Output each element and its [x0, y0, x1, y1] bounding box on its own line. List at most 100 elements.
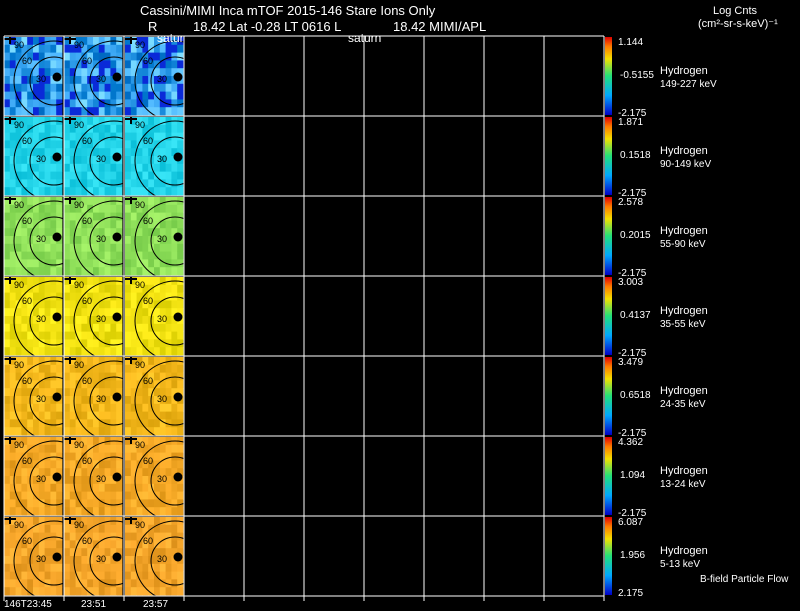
- contour-label: 30: [96, 554, 106, 564]
- colorbar-max: 4.362: [618, 437, 643, 448]
- contour-label: 30: [157, 394, 167, 404]
- colorbar-mid: 1.956: [620, 550, 645, 561]
- contour-label: 60: [143, 536, 153, 546]
- contour-label: 60: [82, 56, 92, 66]
- contour-label: 60: [143, 296, 153, 306]
- contour-label: 30: [157, 154, 167, 164]
- species-label: Hydrogen: [660, 385, 708, 397]
- species-label: Hydrogen: [660, 225, 708, 237]
- contour-label: 30: [96, 74, 106, 84]
- contour-label: 90: [74, 200, 84, 210]
- contour-label: 90: [135, 40, 145, 50]
- energy-label: 149-227 keV: [660, 79, 717, 90]
- colorbar: [605, 117, 612, 195]
- energy-label: 24-35 keV: [660, 399, 706, 410]
- energy-label: 55-90 keV: [660, 239, 706, 250]
- energy-label: 90-149 keV: [660, 159, 711, 170]
- contour-label: 60: [143, 136, 153, 146]
- colorbar: [605, 357, 612, 435]
- colorbar: [605, 437, 612, 515]
- contour-label: 60: [22, 216, 32, 226]
- contour-label: 90: [14, 520, 24, 530]
- contour-label: 90: [74, 280, 84, 290]
- bfield-label: B-field Particle Flow: [700, 574, 789, 585]
- colorbar-mid: -0.5155: [620, 70, 654, 81]
- saturn-label: saturn: [348, 31, 382, 45]
- contour-label: 60: [22, 136, 32, 146]
- contour-label: 60: [22, 296, 32, 306]
- colorbar-min: 2.175: [618, 588, 643, 599]
- contour-label: 60: [82, 376, 92, 386]
- contour-label: 30: [96, 234, 106, 244]
- contour-label: 30: [96, 394, 106, 404]
- contour-label: 30: [157, 314, 167, 324]
- contour-label: 30: [96, 314, 106, 324]
- contour-label: 60: [143, 216, 153, 226]
- species-label: Hydrogen: [660, 545, 708, 557]
- contour-label: 30: [157, 234, 167, 244]
- contour-label: 60: [82, 456, 92, 466]
- colorbar: [605, 37, 612, 115]
- contour-label: 30: [36, 314, 46, 324]
- colorbar: [605, 517, 612, 595]
- coords-label: 18.42 Lat -0.28 LT 0616 L: [193, 19, 342, 34]
- contour-label: 60: [82, 216, 92, 226]
- contour-label: 90: [14, 280, 24, 290]
- species-label: Hydrogen: [660, 305, 708, 317]
- colorbar-mid: 0.6518: [620, 390, 651, 401]
- contour-label: 90: [74, 40, 84, 50]
- contour-label: 60: [22, 376, 32, 386]
- colorbar-max: 1.144: [618, 37, 643, 48]
- l-label: 18.42 MIMI/APL: [393, 19, 487, 34]
- time-label-2: 23:57: [143, 599, 169, 610]
- contour-label: 30: [36, 74, 46, 84]
- colorbar-mid: 0.2015: [620, 230, 651, 241]
- contour-label: 30: [96, 474, 106, 484]
- contour-label: 60: [82, 536, 92, 546]
- energy-label: 13-24 keV: [660, 479, 706, 490]
- contour-label: 60: [143, 376, 153, 386]
- contour-label: 90: [135, 520, 145, 530]
- contour-label: 30: [36, 394, 46, 404]
- satur-label: satur: [157, 31, 184, 45]
- contour-label: 30: [36, 554, 46, 564]
- colorbar-max: 1.871: [618, 117, 643, 128]
- contour-label: 60: [143, 456, 153, 466]
- units-line1: Log Cnts: [713, 5, 758, 17]
- contour-label: 90: [135, 280, 145, 290]
- contour-label: 90: [135, 360, 145, 370]
- contour-label: 90: [14, 40, 24, 50]
- colorbar: [605, 197, 612, 275]
- contour-label: 30: [36, 474, 46, 484]
- contour-label: 60: [143, 56, 153, 66]
- contour-label: 90: [14, 120, 24, 130]
- contour-label: 60: [22, 456, 32, 466]
- colorbar-mid: 1.094: [620, 470, 645, 481]
- contour-label: 30: [36, 154, 46, 164]
- contour-label: 90: [135, 200, 145, 210]
- contour-label: 90: [74, 440, 84, 450]
- species-label: Hydrogen: [660, 65, 708, 77]
- contour-label: 90: [135, 120, 145, 130]
- contour-label: 90: [74, 120, 84, 130]
- contour-label: 30: [157, 474, 167, 484]
- species-label: Hydrogen: [660, 145, 708, 157]
- contour-label: 30: [157, 74, 167, 84]
- contour-label: 90: [14, 440, 24, 450]
- time-label-0: 146T23:45: [4, 599, 52, 610]
- contour-label: 30: [96, 154, 106, 164]
- contour-label: 90: [14, 360, 24, 370]
- contour-label: 60: [22, 56, 32, 66]
- colorbar-mid: 0.4137: [620, 310, 651, 321]
- inca-plot: 9060309060309060301.144-0.5155-2.175Hydr…: [3, 35, 717, 602]
- contour-label: 30: [157, 554, 167, 564]
- colorbar-max: 3.003: [618, 277, 643, 288]
- contour-label: 60: [22, 536, 32, 546]
- colorbar-max: 6.087: [618, 517, 643, 528]
- colorbar-max: 2.578: [618, 197, 643, 208]
- energy-label: 5-13 keV: [660, 559, 700, 570]
- contour-label: 60: [82, 136, 92, 146]
- plot-title: Cassini/MIMI Inca mTOF 2015-146 Stare Io…: [140, 3, 436, 18]
- colorbar-max: 3.479: [618, 357, 643, 368]
- contour-label: 90: [74, 520, 84, 530]
